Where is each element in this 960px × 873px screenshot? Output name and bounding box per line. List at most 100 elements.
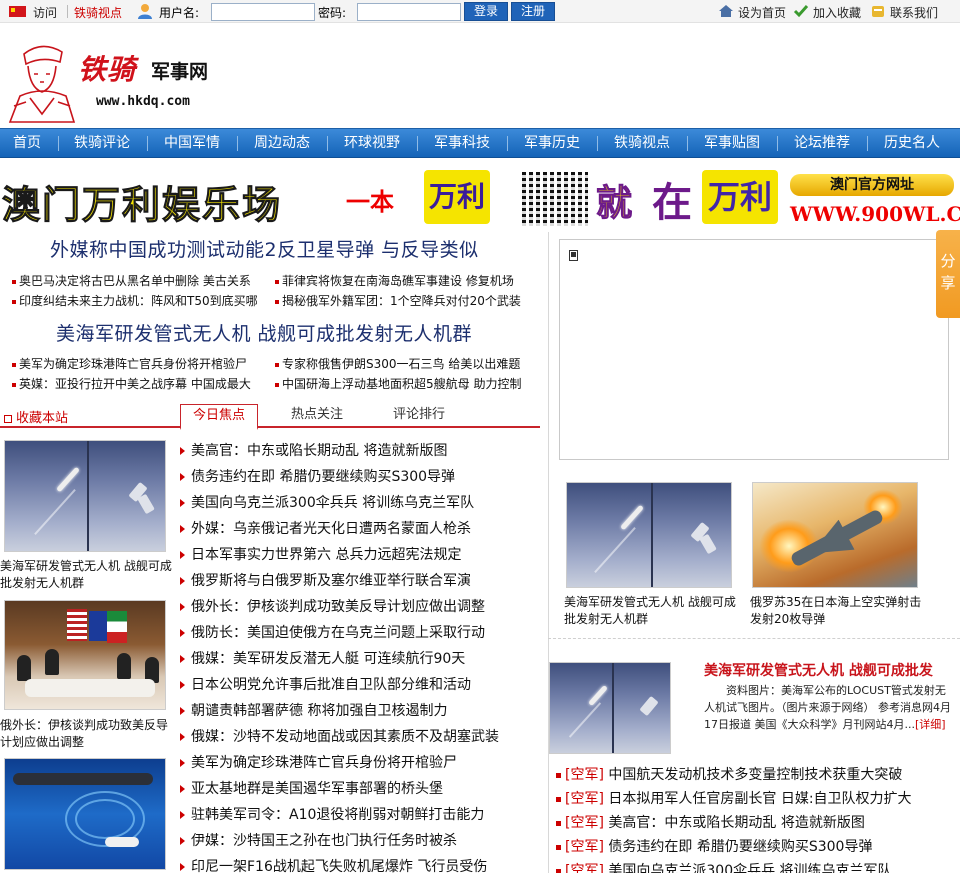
sub-headline[interactable]: 英媒：亚投行拉开中美之战序幕 中国成最大 bbox=[12, 375, 251, 392]
banner-ad[interactable]: 澳门万利娱乐场 一本 万利 就 在 万利 澳门官方网址 WWW.900WL.CO… bbox=[0, 166, 960, 230]
bookmark-icon bbox=[793, 5, 809, 18]
username-input[interactable] bbox=[211, 3, 315, 21]
list-item[interactable]: 美国向乌克兰派300伞兵兵 将训练乌克兰军队 bbox=[178, 492, 474, 518]
list-item[interactable]: 俄外长：伊核谈判成功致美反导计划应做出调整 bbox=[178, 596, 485, 622]
list-item[interactable]: 亚太基地群是美国遏华军事部署的桥头堡 bbox=[178, 778, 443, 804]
tab-comment-ranking[interactable]: 评论排行 bbox=[378, 404, 460, 428]
sub-headline[interactable]: 菲律宾将恢复在南海岛礁军事建设 修复机场 bbox=[275, 272, 514, 289]
news-photo-meeting[interactable] bbox=[4, 600, 166, 710]
set-home-link[interactable]: 设为首页 bbox=[738, 4, 786, 21]
list-item[interactable]: [空军] 美高官：中东或陷长期动乱 将造就新版图 bbox=[556, 812, 865, 836]
banner-right-jiu: 就 bbox=[595, 182, 633, 225]
login-button[interactable]: 登录 bbox=[464, 2, 508, 21]
banner-right-zai: 在 bbox=[652, 179, 692, 226]
banner-left[interactable]: 澳门万利娱乐场 一本 万利 bbox=[0, 168, 516, 228]
list-item[interactable]: 俄媒：沙特不发动地面战或因其素质不及胡塞武装 bbox=[178, 726, 499, 752]
banner-left-tail: 万利 bbox=[424, 170, 490, 224]
favorite-site-link[interactable]: 收藏本站 bbox=[4, 407, 68, 426]
headline-1[interactable]: 外媒称中国成功测试动能2反卫星导弹 与反导类似 bbox=[50, 235, 479, 262]
photo-caption[interactable]: 俄罗苏35在日本海上空实弹射击 发射20枚导弹 bbox=[750, 594, 930, 628]
list-item[interactable]: 俄罗斯将与白俄罗斯及塞尔维亚举行联合军演 bbox=[178, 570, 471, 596]
list-item[interactable]: 俄防长：美国迫使俄方在乌克兰问题上采取行动 bbox=[178, 622, 485, 648]
top-bar: 访问 铁骑视点 用户名: 密码: 登录 注册 设为首页 加入收藏 联系我们 bbox=[0, 0, 960, 23]
feature-title[interactable]: 美海军研发管式无人机 战舰可成批发 bbox=[704, 660, 960, 680]
username-label: 用户名: bbox=[159, 6, 200, 20]
nav-pictures[interactable]: 军事贴图 bbox=[692, 129, 772, 158]
banner-left-main: 澳门万利娱乐场 bbox=[1, 182, 283, 228]
list-item[interactable]: 伊媒：沙特国王之孙在也门执行任务时被杀 bbox=[178, 830, 457, 856]
nav-divider bbox=[237, 136, 238, 151]
register-button[interactable]: 注册 bbox=[511, 2, 555, 21]
photo-caption[interactable]: 俄外长：伊核谈判成功致美反导计划应做出调整 bbox=[0, 717, 172, 751]
nav-global[interactable]: 环球视野 bbox=[332, 129, 412, 158]
read-more-link[interactable]: [详细] bbox=[915, 718, 946, 731]
news-photo-fighter-jet[interactable] bbox=[752, 482, 918, 588]
tab-hot-topics[interactable]: 热点关注 bbox=[276, 404, 358, 428]
brand-subtitle: 军事网 bbox=[151, 61, 209, 83]
banner-right-wanli: 万利 bbox=[702, 170, 778, 224]
banner-right[interactable]: 就 在 万利 澳门官方网址 WWW.900WL.COM bbox=[518, 168, 960, 228]
list-item[interactable]: 日本军事实力世界第六 总兵力远超宪法规定 bbox=[178, 544, 461, 570]
headline-2[interactable]: 美海军研发管式无人机 战舰可成批发射无人机群 bbox=[56, 319, 472, 346]
nav-divider bbox=[867, 136, 868, 151]
qr-code-icon bbox=[522, 172, 588, 226]
banner-site-url: WWW.900WL.COM bbox=[790, 202, 960, 226]
nav-divider bbox=[58, 136, 59, 151]
sub-headline[interactable]: 专家称俄售伊朗S300一石三鸟 给美以出难题 bbox=[275, 355, 520, 372]
nav-home[interactable]: 首页 bbox=[0, 129, 54, 158]
nav-tieqi-review[interactable]: 铁骑评论 bbox=[62, 129, 142, 158]
nav-divider bbox=[147, 136, 148, 151]
site-url: www.hkdq.com bbox=[96, 94, 190, 109]
contact-icon bbox=[872, 6, 884, 17]
list-item[interactable]: [空军] 美国向乌克兰派300伞兵兵 将训练乌克兰军队 bbox=[556, 860, 892, 873]
list-item[interactable]: 日本公明党允许事后批准自卫队部分维和活动 bbox=[178, 674, 471, 700]
sub-headline[interactable]: 揭秘俄军外籍军团：1个空降兵对付20个武装 bbox=[275, 292, 521, 309]
nav-military-tech[interactable]: 军事科技 bbox=[422, 129, 502, 158]
soldier-logo-icon bbox=[8, 45, 76, 123]
contact-link[interactable]: 联系我们 bbox=[890, 4, 938, 21]
sub-headline[interactable]: 美军为确定珍珠港阵亡官兵身份将开棺验尸 bbox=[12, 355, 247, 372]
sub-headline[interactable]: 印度纠结未来主力战机：阵风和T50到底买哪 bbox=[12, 292, 258, 309]
news-photo-missile[interactable] bbox=[4, 440, 166, 552]
nav-china-military[interactable]: 中国军情 bbox=[152, 129, 232, 158]
list-item[interactable]: [空军] 中国航天发动机技术多变量控制技术获重大突破 bbox=[556, 764, 902, 788]
password-input[interactable] bbox=[357, 3, 461, 21]
list-item[interactable]: 朝谴责韩部署萨德 称将加强自卫核遏制力 bbox=[178, 700, 447, 726]
list-item[interactable]: 美军为确定珍珠港阵亡官兵身份将开棺验尸 bbox=[178, 752, 457, 778]
sub-headline[interactable]: 奥巴马决定将古巴从黑名单中删除 美古关系 bbox=[12, 272, 251, 289]
share-button[interactable]: 分享 bbox=[936, 230, 960, 318]
list-item[interactable]: 美高官：中东或陷长期动乱 将造就新版图 bbox=[178, 440, 447, 466]
list-item[interactable]: 俄媒：美军研发反潜无人艇 可连续航行90天 bbox=[178, 648, 465, 674]
visit-link[interactable]: 访问 bbox=[33, 4, 57, 21]
nav-history-figures[interactable]: 历史名人 bbox=[872, 129, 952, 158]
nav-divider bbox=[417, 136, 418, 151]
feature-photo[interactable] bbox=[549, 662, 671, 754]
nav-forum[interactable]: 论坛推荐 bbox=[782, 129, 862, 158]
nav-periphery[interactable]: 周边动态 bbox=[242, 129, 322, 158]
news-tabs: 收藏本站 今日焦点 热点关注 评论排行 bbox=[0, 404, 540, 430]
photo-caption[interactable]: 美海军研发管式无人机 战舰可成批发射无人机群 bbox=[564, 594, 742, 628]
divider bbox=[67, 5, 68, 18]
list-item[interactable]: 债务违约在即 希腊仍要继续购买S300导弹 bbox=[178, 466, 455, 492]
banner-official-button[interactable]: 澳门官方网址 bbox=[790, 174, 954, 196]
add-favorite-link[interactable]: 加入收藏 bbox=[813, 4, 861, 21]
site-logo[interactable]: 铁骑 军事网 www.hkdq.com bbox=[6, 32, 236, 126]
sub-headline[interactable]: 中国研海上浮动基地面积超5艘航母 助力控制 bbox=[275, 375, 521, 392]
list-item[interactable]: 印尼一架F16战机起飞失败机尾爆炸 飞行员受伤 bbox=[178, 856, 487, 873]
list-item[interactable]: [空军] 日本拟用军人任官房副长官 日媒:自卫队权力扩大 bbox=[556, 788, 912, 812]
list-item[interactable]: 驻韩美军司令：A10退役将削弱对朝鲜打击能力 bbox=[178, 804, 484, 830]
home-icon bbox=[719, 5, 733, 17]
viewpoint-link[interactable]: 铁骑视点 bbox=[74, 4, 122, 21]
news-photo-submarine[interactable] bbox=[4, 758, 166, 870]
list-item[interactable]: 外媒：乌亲俄记者光天化日遭两名蒙面人枪杀 bbox=[178, 518, 471, 544]
video-player[interactable] bbox=[559, 239, 949, 460]
flash-plugin-icon bbox=[569, 250, 578, 261]
brand-name: 铁骑 bbox=[78, 53, 137, 86]
nav-viewpoint[interactable]: 铁骑视点 bbox=[602, 129, 682, 158]
photo-caption[interactable]: 美海军研发管式无人机 战舰可成批发射无人机群 bbox=[0, 558, 172, 592]
nav-divider bbox=[597, 136, 598, 151]
tab-today-focus[interactable]: 今日焦点 bbox=[180, 404, 258, 430]
nav-military-history[interactable]: 军事历史 bbox=[512, 129, 592, 158]
news-photo-missile[interactable] bbox=[566, 482, 732, 588]
list-item[interactable]: [空军] 债务违约在即 希腊仍要继续购买S300导弹 bbox=[556, 836, 872, 860]
